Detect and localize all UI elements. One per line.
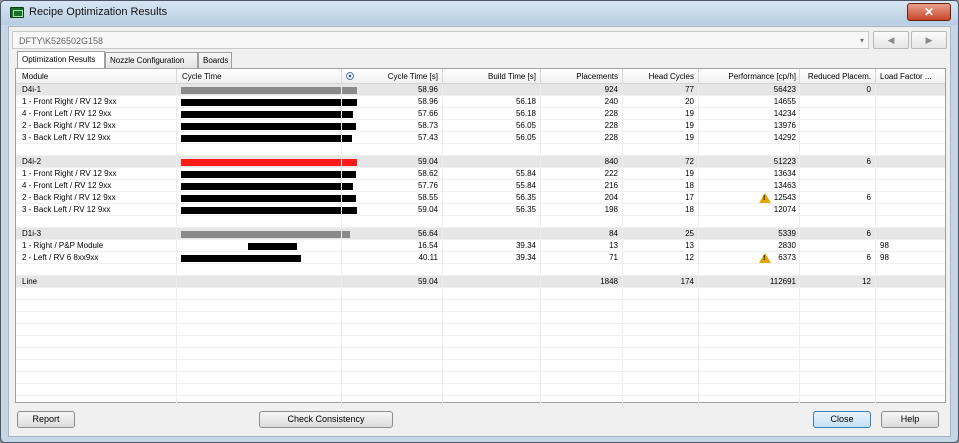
results-grid: Module Cycle Time Cycle Time [s] Build T… <box>15 68 946 403</box>
window-close-button[interactable]: ✕ <box>907 3 951 21</box>
cycle-time-bar <box>181 99 357 106</box>
report-button[interactable]: Report <box>17 411 75 428</box>
cycle-time-bar <box>181 195 356 202</box>
radio-sort-icon[interactable] <box>346 72 354 80</box>
grid-row-line <box>16 167 945 168</box>
grid-row-line <box>16 203 945 204</box>
grid-row-line <box>16 347 945 348</box>
path-value: DFTY\K526502G158 <box>19 36 104 46</box>
column-header-cycle-time-bar[interactable]: Cycle Time <box>182 69 332 84</box>
grid-row-line <box>16 371 945 372</box>
dialog-client: DFTY\K526502G158 ▾ ◀ ▶ Optimization Resu… <box>8 26 951 437</box>
grid-header: Module Cycle Time Cycle Time [s] Build T… <box>16 69 945 84</box>
column-header-module[interactable]: Module <box>22 69 172 84</box>
help-button[interactable]: Help <box>881 411 939 428</box>
grid-row-line <box>16 299 945 300</box>
grid-row-line <box>16 179 945 180</box>
title-bar: Recipe Optimization Results ✕ <box>1 1 958 25</box>
grid-row-line <box>16 311 945 312</box>
grid-row-line <box>16 155 945 156</box>
previous-button[interactable]: ◀ <box>873 31 909 49</box>
column-header-build-time[interactable]: Build Time [s] <box>444 69 536 84</box>
app-icon <box>10 7 24 18</box>
path-combobox[interactable]: DFTY\K526502G158 ▾ <box>12 31 869 49</box>
grid-row-line <box>16 95 945 96</box>
cycle-time-bar <box>181 171 356 178</box>
grid-row-line <box>16 227 945 228</box>
cycle-time-bar <box>181 123 356 130</box>
warning-icon <box>759 253 771 263</box>
column-header-head-cycles[interactable]: Head Cycles <box>624 69 694 84</box>
cycle-time-bar <box>248 243 297 250</box>
cycle-time-bar <box>181 135 352 142</box>
warning-icon <box>759 193 771 203</box>
recipe-optimization-window: Recipe Optimization Results ✕ DFTY\K5265… <box>0 0 959 443</box>
tab-optimization-results[interactable]: Optimization Results <box>17 51 105 68</box>
tab-boards[interactable]: Boards <box>198 52 232 68</box>
cycle-time-bar <box>181 159 357 166</box>
grid-row-line <box>16 323 945 324</box>
column-header-cycle-time[interactable]: Cycle Time [s] <box>358 69 438 84</box>
check-consistency-button[interactable]: Check Consistency <box>259 411 393 428</box>
window-title: Recipe Optimization Results <box>29 6 168 18</box>
grid-row-line <box>16 239 945 240</box>
chevron-down-icon[interactable]: ▾ <box>860 36 864 45</box>
grid-row-line <box>16 395 945 396</box>
cycle-time-bar <box>181 87 357 94</box>
grid-row-line <box>16 383 945 384</box>
next-button[interactable]: ▶ <box>911 31 947 49</box>
grid-row-line <box>16 191 945 192</box>
column-header-load-factor[interactable]: Load Factor ... <box>880 69 942 84</box>
close-button[interactable]: Close <box>813 411 871 428</box>
grid-row-line <box>16 107 945 108</box>
grid-row-line <box>16 287 945 288</box>
grid-row-line <box>16 275 945 276</box>
grid-row-line <box>16 143 945 144</box>
grid-row-line <box>16 335 945 336</box>
grid-row-line <box>16 359 945 360</box>
column-header-performance[interactable]: Performance [cp/h] <box>700 69 796 84</box>
cycle-time-bar <box>181 111 353 118</box>
cycle-time-bar <box>181 183 353 190</box>
column-header-placements[interactable]: Placements <box>542 69 618 84</box>
grid-row-line <box>16 131 945 132</box>
cycle-time-bar <box>181 207 357 214</box>
tab-nozzle-configuration[interactable]: Nozzle Configuration <box>105 52 198 68</box>
grid-row-line <box>16 119 945 120</box>
cycle-time-bar <box>181 255 301 262</box>
cycle-time-bar <box>181 231 350 238</box>
column-header-reduced-placements[interactable]: Reduced Placem. <box>801 69 871 84</box>
grid-row-line <box>16 215 945 216</box>
grid-row-line <box>16 263 945 264</box>
grid-row-line <box>16 251 945 252</box>
